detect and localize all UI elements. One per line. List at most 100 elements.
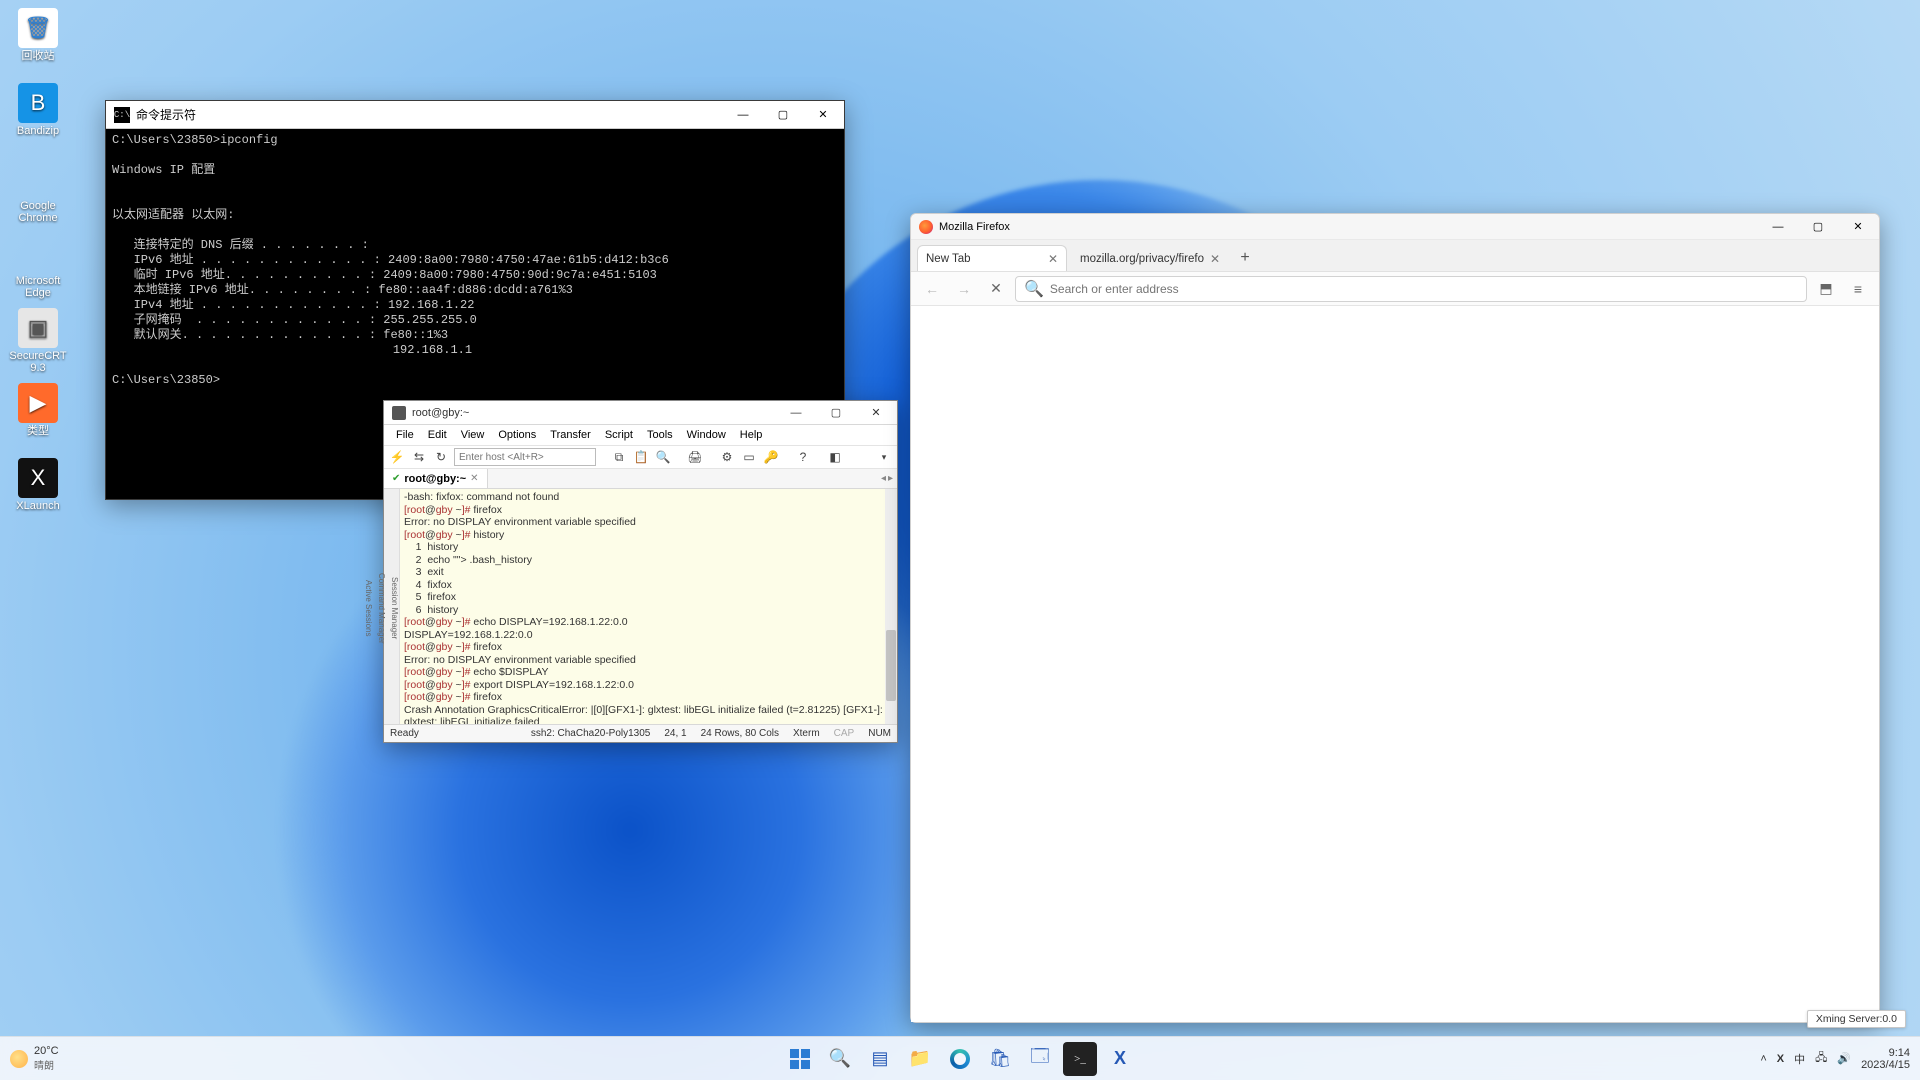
tab-close-icon[interactable]: ✕ (1048, 252, 1058, 266)
overflow-icon[interactable]: ▾ (875, 448, 893, 466)
tab-close-icon[interactable]: ✕ (1210, 252, 1220, 266)
system-tray[interactable]: ˄ X 中 🖧 🔊 9:14 2023/4/15 (1760, 1047, 1910, 1071)
status-num: NUM (868, 728, 891, 739)
cmd-icon: C:\ (114, 107, 130, 123)
store-button[interactable]: 🛍 (983, 1042, 1017, 1076)
tray-volume-icon[interactable]: 🔊 (1837, 1052, 1851, 1065)
tray-time: 9:14 (1861, 1047, 1910, 1059)
firefox-titlebar[interactable]: Mozilla Firefox — ▢ ✕ (911, 214, 1879, 240)
menu-window[interactable]: Window (681, 427, 732, 443)
terminal-output[interactable]: -bash: fixfox: command not found [root@gb… (400, 489, 897, 724)
quick-connect-icon[interactable]: ⇆ (410, 448, 428, 466)
minimize-button[interactable]: — (779, 402, 813, 424)
menu-script[interactable]: Script (599, 427, 639, 443)
gutter-active-sessions[interactable]: Active Sessions (364, 580, 373, 636)
menu-options[interactable]: Options (492, 427, 542, 443)
maximize-button[interactable]: ▢ (1801, 216, 1835, 238)
menu-file[interactable]: File (390, 427, 420, 443)
edge-icon (18, 233, 58, 273)
side-gutter[interactable]: Session ManagerCommand ManagerActive Ses… (384, 489, 400, 724)
cmd-titlebar[interactable]: C:\ 命令提示符 — ▢ ✕ (106, 101, 844, 129)
options-icon[interactable]: ⚙ (718, 448, 736, 466)
save-pocket-icon[interactable]: ⬒ (1813, 276, 1839, 302)
search-button[interactable]: 🔍 (823, 1042, 857, 1076)
desktop-icon-chrome[interactable]: Google Chrome (8, 158, 68, 224)
find-icon[interactable]: 🔍 (654, 448, 672, 466)
tab-close-icon[interactable]: ✕ (470, 473, 478, 484)
tray-network-icon[interactable]: 🖧 (1815, 1049, 1827, 1068)
toggle-icon[interactable]: ◧ (826, 448, 844, 466)
tab-prev-icon[interactable]: ◂ (881, 473, 886, 484)
taskview-button[interactable]: ▤ (863, 1042, 897, 1076)
app-menu-icon[interactable]: ≡ (1845, 276, 1871, 302)
xming-button[interactable]: X (1103, 1042, 1137, 1076)
edge-button[interactable] (943, 1042, 977, 1076)
new-tab-button[interactable]: + (1233, 246, 1257, 270)
securecrt-titlebar[interactable]: root@gby:~ — ▢ ✕ (384, 401, 897, 425)
firefox-title: Mozilla Firefox (939, 221, 1010, 233)
firefox-content[interactable] (911, 306, 1879, 1022)
copy-icon[interactable]: ⧉ (610, 448, 628, 466)
menu-help[interactable]: Help (734, 427, 769, 443)
desktop-icon-recycle-bin[interactable]: 🗑回收站 (8, 8, 68, 62)
maximize-button[interactable]: ▢ (819, 402, 853, 424)
maximize-button[interactable]: ▢ (766, 104, 800, 126)
minimize-button[interactable]: — (726, 104, 760, 126)
taskbar-weather[interactable]: 20°C 晴朗 (10, 1045, 59, 1072)
desktop-icon-edge[interactable]: Microsoft Edge (8, 233, 68, 299)
desktop[interactable]: 🗑回收站 BBandizip Google Chrome Microsoft Edge… (0, 0, 1920, 1080)
forward-button[interactable]: → (951, 276, 977, 302)
print-icon[interactable]: 🖨 (686, 448, 704, 466)
paste-icon[interactable]: 📋 (632, 448, 650, 466)
term-line: 4 fixfox (404, 579, 893, 592)
address-input[interactable] (1050, 282, 1798, 296)
xming-server-badge[interactable]: Xming Server:0.0 (1807, 1010, 1906, 1028)
stop-button[interactable]: ✕ (983, 276, 1009, 302)
cmd-title: 命令提示符 (136, 106, 196, 123)
gutter-command-manager[interactable]: Command Manager (377, 573, 386, 644)
desktop-icon-xming[interactable]: XXLaunch (8, 458, 68, 512)
tab-next-icon[interactable]: ▸ (888, 473, 893, 484)
firefox-tab[interactable]: New Tab✕ (917, 245, 1067, 271)
firefox-tab[interactable]: mozilla.org/privacy/firefo✕ (1071, 245, 1229, 271)
close-button[interactable]: ✕ (859, 402, 893, 424)
gutter-session-manager[interactable]: Session Manager (390, 577, 399, 639)
terminal-button[interactable]: >_ (1063, 1042, 1097, 1076)
back-button[interactable]: ← (919, 276, 945, 302)
tray-x-icon[interactable]: X (1777, 1053, 1784, 1065)
securecrt-window[interactable]: root@gby:~ — ▢ ✕ FileEditViewOptionsTran… (383, 400, 898, 743)
session-tab[interactable]: ✔ root@gby:~ ✕ (384, 469, 488, 488)
firefox-window[interactable]: Mozilla Firefox — ▢ ✕ New Tab✕mozilla.or… (910, 213, 1880, 1023)
connect-icon[interactable]: ⚡ (388, 448, 406, 466)
pinned-app-button[interactable]: 🗔 (1023, 1042, 1057, 1076)
key-icon[interactable]: 🔑 (762, 448, 780, 466)
minimize-button[interactable]: — (1761, 216, 1795, 238)
taskbar-center: 🔍 ▤ 📁 🛍 🗔 >_ X (783, 1042, 1137, 1076)
scrollbar[interactable] (885, 489, 897, 724)
desktop-icon-bandizip[interactable]: BBandizip (8, 83, 68, 137)
desktop-icon-label: Bandizip (8, 125, 68, 137)
tray-overflow-icon[interactable]: ˄ (1760, 1053, 1766, 1065)
term-line: -bash: fixfox: command not found (404, 491, 893, 504)
desktop-icon-r-app[interactable]: ▶类型 (8, 383, 68, 437)
menu-transfer[interactable]: Transfer (544, 427, 597, 443)
close-button[interactable]: ✕ (806, 104, 840, 126)
close-button[interactable]: ✕ (1841, 216, 1875, 238)
term-line: [root@gby ~]# history (404, 529, 893, 542)
session-icon[interactable]: ▭ (740, 448, 758, 466)
reconnect-icon[interactable]: ↻ (432, 448, 450, 466)
desktop-icon-securecrt[interactable]: ▣SecureCRT 9.3 (8, 308, 68, 374)
explorer-button[interactable]: 📁 (903, 1042, 937, 1076)
start-button[interactable] (783, 1042, 817, 1076)
menu-edit[interactable]: Edit (422, 427, 453, 443)
tray-clock[interactable]: 9:14 2023/4/15 (1861, 1047, 1910, 1071)
securecrt-icon: ▣ (18, 308, 58, 348)
host-input[interactable] (454, 448, 596, 466)
tray-ime[interactable]: 中 (1794, 1051, 1805, 1067)
address-bar[interactable]: 🔍 (1015, 276, 1807, 302)
menu-tools[interactable]: Tools (641, 427, 679, 443)
help-icon[interactable]: ? (794, 448, 812, 466)
taskbar[interactable]: 20°C 晴朗 🔍 ▤ 📁 🛍 🗔 >_ X ˄ X 中 🖧 🔊 9:14 20… (0, 1036, 1920, 1080)
menu-view[interactable]: View (455, 427, 491, 443)
scrollbar-thumb[interactable] (886, 630, 896, 701)
